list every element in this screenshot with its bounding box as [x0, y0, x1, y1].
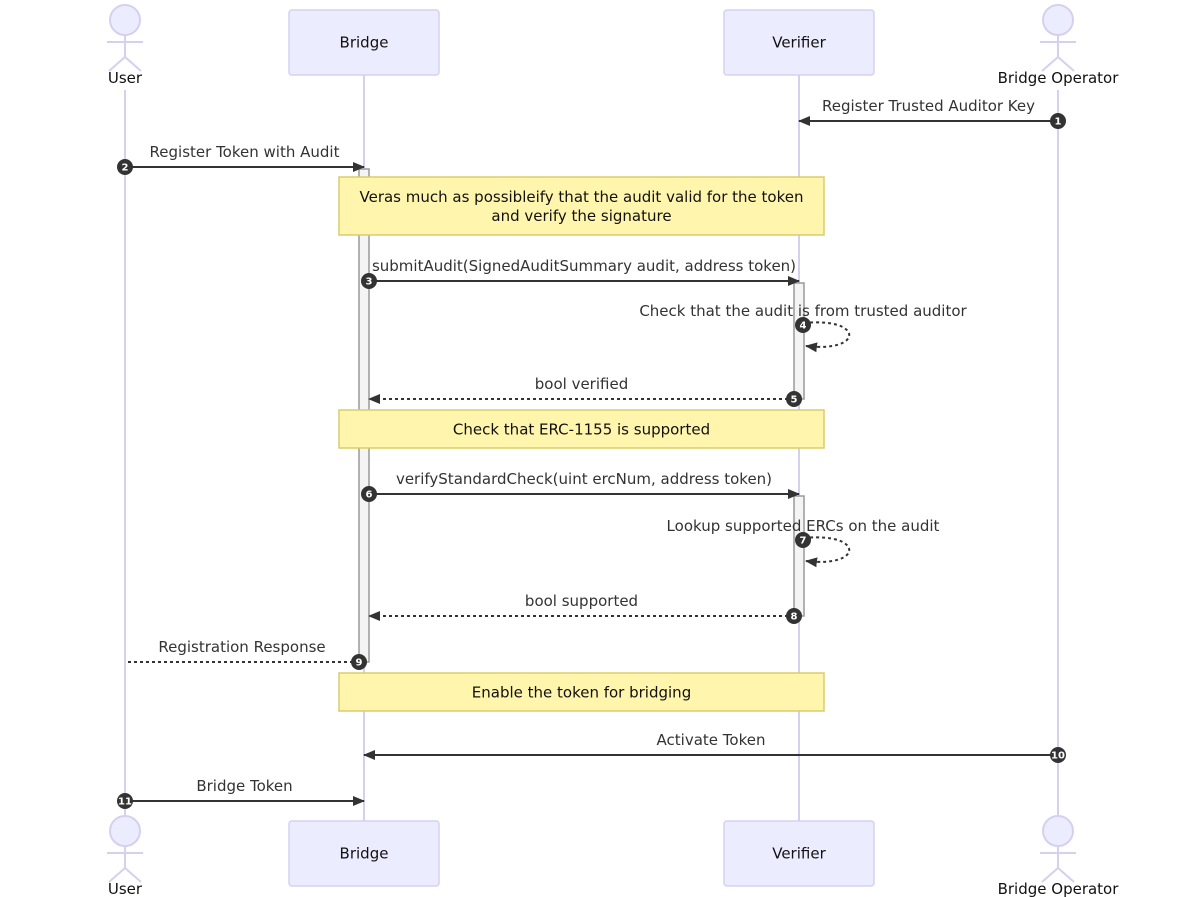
message-label: Activate Token	[657, 731, 766, 749]
message-5: bool verified 5	[368, 375, 802, 407]
actor-head-icon	[1042, 815, 1074, 847]
message-3: submitAudit(SignedAuditSummary audit, ad…	[361, 257, 800, 289]
sequence-number: 7	[800, 536, 807, 547]
message-8: bool supported 8	[368, 592, 802, 624]
message-label: bool supported	[525, 592, 638, 610]
sequence-number: 2	[122, 163, 129, 174]
activation-bar-verifier	[793, 282, 805, 400]
sequence-number: 1	[1055, 117, 1062, 128]
message-1: Register Trusted Auditor Key 1	[798, 97, 1066, 129]
message-label: Bridge Token	[196, 777, 292, 795]
note: Enable the token for bridging	[338, 672, 825, 712]
actor-head-icon	[109, 4, 141, 36]
participant-label: Verifier	[772, 34, 826, 52]
note: Veras much as possibleify that the audit…	[338, 176, 825, 236]
note-text: Veras much as possibleify that the audit…	[360, 188, 804, 206]
message-2: Register Token with Audit 2	[117, 143, 365, 175]
participant-user-top: User	[107, 4, 143, 87]
sequence-number: 11	[118, 797, 132, 808]
activation-bar-verifier	[793, 495, 805, 617]
participant-verifier-bottom: Verifier	[723, 820, 875, 887]
message-9: Registration Response 9	[125, 638, 367, 670]
message-label: verifyStandardCheck(uint ercNum, address…	[396, 470, 772, 488]
sequence-number: 10	[1051, 751, 1065, 762]
participant-operator-top: Bridge Operator	[998, 4, 1120, 87]
actor-label: User	[108, 880, 143, 897]
note-box	[338, 176, 825, 236]
actor-head-icon	[1042, 4, 1074, 36]
message-label: Registration Response	[158, 638, 325, 656]
participant-label: Verifier	[772, 845, 826, 863]
sequence-number: 8	[791, 612, 798, 623]
note-text: Check that ERC-1155 is supported	[453, 421, 710, 439]
message-label: submitAudit(SignedAuditSummary audit, ad…	[372, 257, 796, 275]
actor-label: Bridge Operator	[998, 69, 1120, 87]
actor-label: Bridge Operator	[998, 880, 1120, 897]
participant-verifier-top: Verifier	[723, 9, 875, 76]
sequence-number: 3	[366, 277, 373, 288]
sequence-number: 4	[800, 321, 807, 332]
participant-bridge-bottom: Bridge	[288, 820, 440, 887]
message-label: bool verified	[535, 375, 628, 393]
message-label: Register Trusted Auditor Key	[822, 97, 1035, 115]
message-11: Bridge Token 11	[117, 777, 365, 809]
message-label: Register Token with Audit	[150, 143, 340, 161]
participant-label: Bridge	[340, 34, 389, 52]
actor-head-icon	[109, 815, 141, 847]
participant-bridge-top: Bridge	[288, 9, 440, 76]
participant-user-bottom: User	[107, 815, 143, 897]
note-text: Enable the token for bridging	[472, 684, 691, 702]
actor-label: User	[108, 69, 143, 87]
message-10: Activate Token 10	[363, 731, 1066, 763]
sequence-number: 6	[366, 490, 373, 501]
participant-operator-bottom: Bridge Operator	[998, 815, 1120, 897]
sequence-diagram: Veras much as possibleify that the audit…	[107, 4, 1120, 897]
sequence-number: 5	[791, 395, 798, 406]
note: Check that ERC-1155 is supported	[338, 409, 825, 449]
message-6: verifyStandardCheck(uint ercNum, address…	[361, 470, 800, 502]
note-text: and verify the signature	[491, 207, 671, 225]
participant-label: Bridge	[340, 845, 389, 863]
sequence-number: 9	[356, 658, 363, 669]
